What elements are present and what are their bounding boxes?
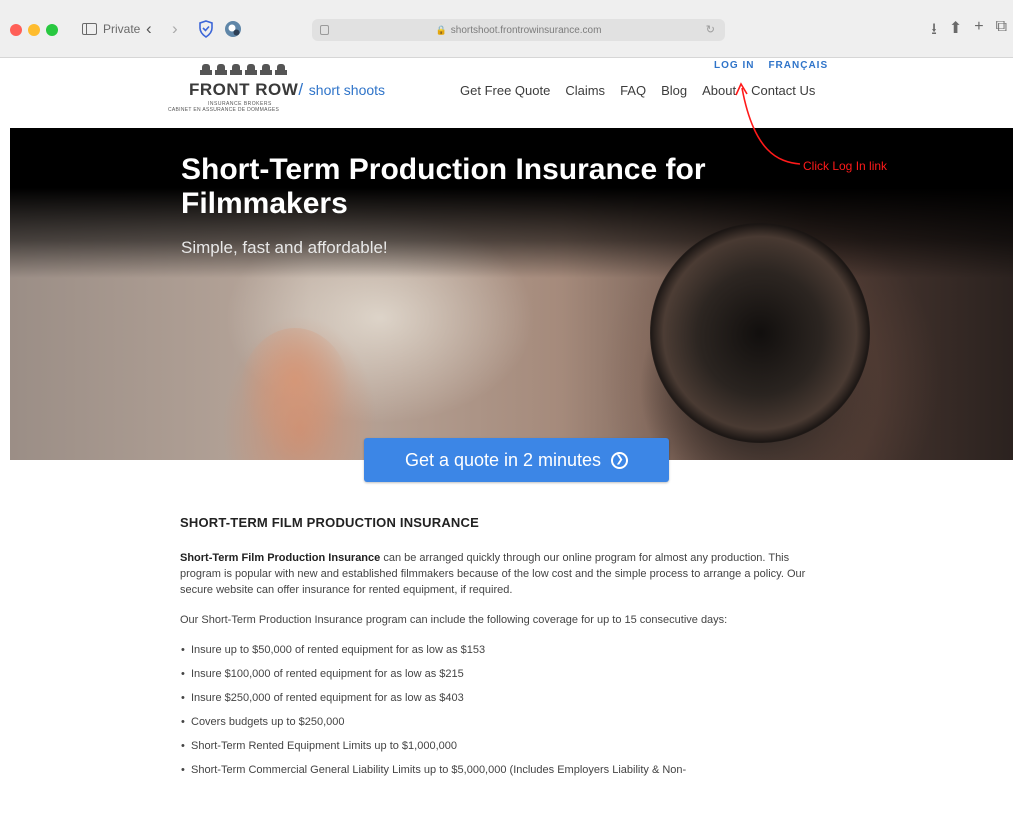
toolbar-right-icons: ⭳ ⬆ + ⧉ bbox=[931, 18, 1007, 45]
list-item: Covers budgets up to $250,000 bbox=[180, 714, 820, 730]
logo-brand: FRONT ROW/ short shoots bbox=[189, 80, 386, 99]
list-item: Insure $250,000 of rented equipment for … bbox=[180, 690, 820, 706]
arrow-right-circle-icon: ❯ bbox=[611, 451, 629, 469]
list-item: Insure $100,000 of rented equipment for … bbox=[180, 666, 820, 682]
chevron-left-icon: ‹ bbox=[146, 19, 152, 38]
lock-icon: 🔒 bbox=[435, 24, 447, 35]
nav-faq[interactable]: FAQ bbox=[620, 83, 646, 98]
nav-claims[interactable]: Claims bbox=[565, 83, 605, 98]
address-bar[interactable]: 🔒 shortshoot.frontrowinsurance.com ↻ bbox=[312, 19, 725, 41]
list-item: Short-Term Rented Equipment Limits up to… bbox=[180, 738, 820, 754]
annotation-arrow-icon bbox=[735, 82, 801, 165]
list-item: Short-Term Commercial General Liability … bbox=[180, 762, 820, 778]
utility-links: LOG IN FRANÇAIS bbox=[714, 60, 828, 71]
extension-icon bbox=[225, 21, 241, 37]
list-item: Insure up to $50,000 of rented equipment… bbox=[180, 642, 820, 658]
main-content: SHORT-TERM FILM PRODUCTION INSURANCE Sho… bbox=[180, 515, 820, 786]
language-french-link[interactable]: FRANÇAIS bbox=[768, 60, 828, 71]
close-window-button[interactable] bbox=[10, 24, 22, 36]
sidebar-toggle-button[interactable]: Private bbox=[82, 19, 140, 39]
share-icon[interactable]: ⬆ bbox=[949, 18, 962, 45]
minimize-window-button[interactable] bbox=[28, 24, 40, 36]
nav-blog[interactable]: Blog bbox=[661, 83, 687, 98]
intro-bold: Short-Term Film Production Insurance bbox=[180, 552, 381, 564]
tab-overview-icon[interactable] bbox=[320, 25, 329, 35]
annotation-label: Click Log In link bbox=[803, 159, 888, 173]
get-quote-label: Get a quote in 2 minutes bbox=[404, 449, 602, 470]
browser-toolbar: Private ‹ › 🔒 shortshoot.frontrowinsuran… bbox=[0, 0, 1013, 58]
forward-button[interactable]: › bbox=[172, 19, 178, 39]
back-button[interactable]: ‹ bbox=[146, 19, 152, 39]
coverage-intro: Our Short-Term Production Insurance prog… bbox=[180, 614, 728, 626]
hero-camera-lens-image bbox=[650, 223, 870, 443]
reload-icon[interactable]: ↻ bbox=[706, 23, 715, 36]
get-quote-button[interactable]: Get a quote in 2 minutes ❯ bbox=[364, 438, 669, 482]
login-link[interactable]: LOG IN bbox=[714, 60, 754, 71]
window-controls bbox=[10, 24, 58, 36]
private-label: Private bbox=[103, 22, 141, 36]
chevron-right-icon: › bbox=[172, 19, 178, 38]
tabs-overview-icon[interactable]: ⧉ bbox=[996, 18, 1007, 45]
shield-icon bbox=[199, 20, 213, 38]
section-heading: SHORT-TERM FILM PRODUCTION INSURANCE bbox=[180, 515, 479, 530]
hero-hand-image bbox=[240, 328, 350, 458]
front-row-logo[interactable]: FRONT ROW/ short shoots INSURANCE BROKER… bbox=[168, 62, 405, 120]
zoom-window-button[interactable] bbox=[46, 24, 58, 36]
intro-paragraph: Short-Term Film Production Insurance can… bbox=[180, 550, 820, 598]
download-icon[interactable]: ⭳ bbox=[931, 18, 937, 45]
new-tab-icon[interactable]: + bbox=[974, 18, 983, 45]
privacy-shield-button[interactable] bbox=[198, 19, 214, 39]
site-header: FRONT ROW/ short shoots INSURANCE BROKER… bbox=[0, 58, 1013, 128]
extension-button[interactable] bbox=[224, 19, 242, 39]
logo-tagline-fr: CABINET EN ASSURANCE DE DOMMAGES bbox=[168, 107, 280, 113]
coverage-list: Insure up to $50,000 of rented equipment… bbox=[180, 642, 820, 778]
nav-get-free-quote[interactable]: Get Free Quote bbox=[460, 83, 550, 98]
url-text: shortshoot.frontrowinsurance.com bbox=[450, 24, 602, 36]
hero-subtitle: Simple, fast and affordable! bbox=[181, 238, 388, 257]
hero-title: Short-Term Production Insurance for Film… bbox=[181, 153, 706, 220]
sidebar-icon bbox=[82, 23, 97, 35]
theatre-chairs-icon bbox=[200, 64, 287, 77]
